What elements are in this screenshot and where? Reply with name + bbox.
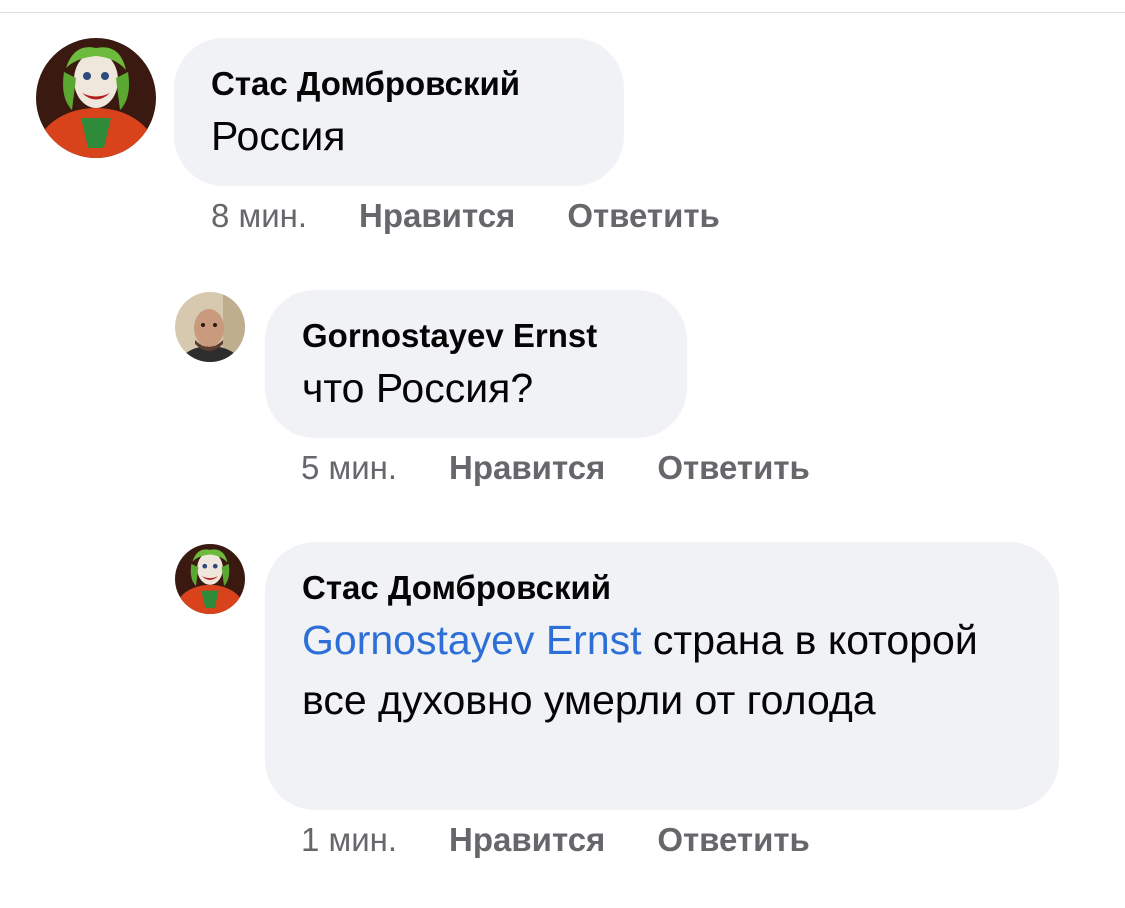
top-divider — [0, 12, 1125, 13]
comment-author[interactable]: Стас Домбровский — [211, 64, 588, 104]
comment-text: Gornostayev Ernst страна в которой все д… — [302, 610, 1023, 730]
comment-bubble: Стас Домбровский Россия — [174, 38, 624, 186]
comment-time[interactable]: 1 мин. — [301, 821, 397, 859]
reply-button[interactable]: Ответить — [567, 197, 720, 235]
like-button[interactable]: Нравится — [449, 821, 605, 859]
like-button[interactable]: Нравится — [449, 449, 605, 487]
man-avatar-icon[interactable] — [175, 292, 245, 362]
comment-actions: 1 мин. Нравится Ответить — [301, 821, 810, 859]
comments-page: Стас Домбровский Россия 8 мин. Нравится … — [0, 0, 1125, 908]
joker-avatar-icon[interactable] — [175, 544, 245, 614]
mention-link[interactable]: Gornostayev Ernst — [302, 617, 642, 663]
joker-avatar-icon[interactable] — [36, 38, 156, 158]
comment-author[interactable]: Gornostayev Ernst — [302, 316, 651, 356]
reply-button[interactable]: Ответить — [657, 821, 810, 859]
comment-bubble: Gornostayev Ernst что Россия? — [265, 290, 687, 438]
comment-actions: 8 мин. Нравится Ответить — [211, 197, 720, 235]
comment-bubble: Стас Домбровский Gornostayev Ernst стран… — [265, 542, 1059, 810]
like-button[interactable]: Нравится — [359, 197, 515, 235]
comment-time[interactable]: 8 мин. — [211, 197, 307, 235]
comment-text: что Россия? — [302, 365, 534, 411]
comment-time[interactable]: 5 мин. — [301, 449, 397, 487]
reply-button[interactable]: Ответить — [657, 449, 810, 487]
comment-author[interactable]: Стас Домбровский — [302, 568, 1023, 608]
comment-actions: 5 мин. Нравится Ответить — [301, 449, 810, 487]
comment-text: Россия — [211, 113, 346, 159]
